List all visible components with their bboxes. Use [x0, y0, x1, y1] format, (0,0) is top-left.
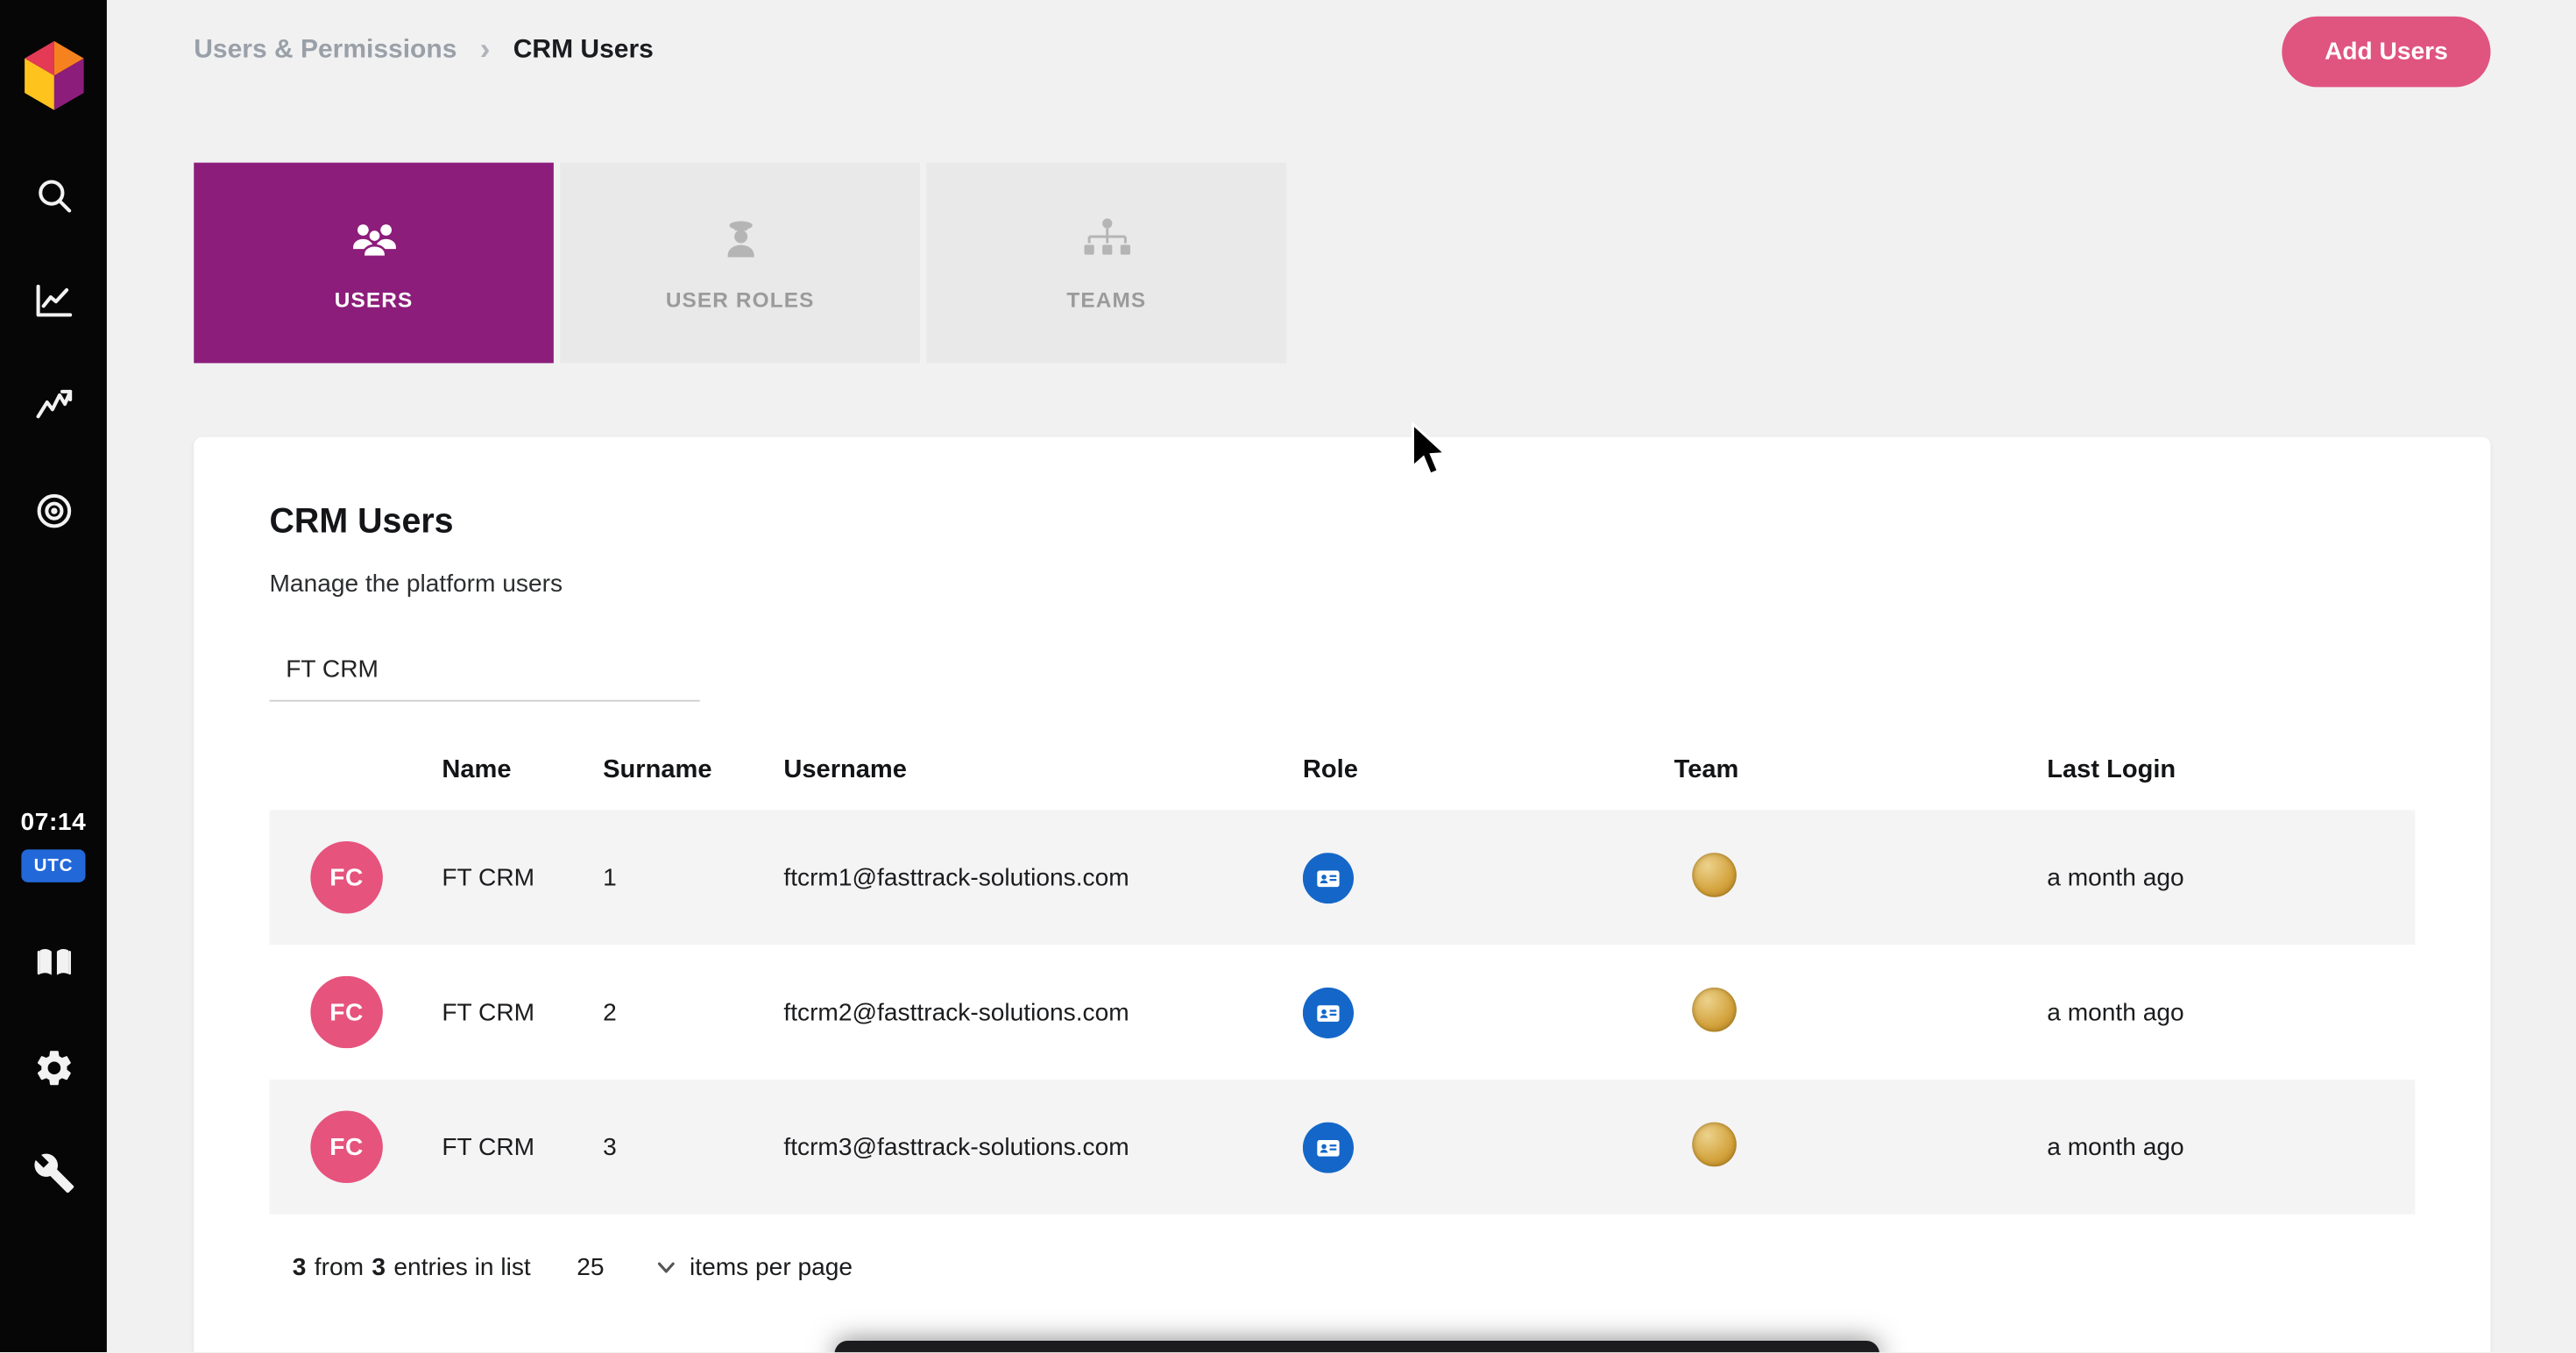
cell-name: FT CRM: [442, 998, 535, 1026]
timezone-badge: UTC: [20, 849, 87, 882]
user-filter-input[interactable]: [269, 642, 700, 702]
table-row[interactable]: FC FT CRM 2 ftcrm2@fasttrack-solutions.c…: [270, 945, 2416, 1080]
breadcrumb: Users & Permissions › CRM Users: [194, 32, 654, 67]
page-subtitle: Manage the platform users: [269, 570, 563, 599]
table-row[interactable]: FC FT CRM 3 ftcrm3@fasttrack-solutions.c…: [269, 1079, 2416, 1215]
tab-users-label: USERS: [334, 287, 414, 312]
cell-last-login: a month ago: [2047, 863, 2184, 892]
entries-count: 3: [292, 1253, 307, 1282]
table-body: FC FT CRM 1 ftcrm1@fasttrack-solutions.c…: [269, 810, 2416, 1215]
column-header-last-login: Last Login: [2047, 755, 2176, 784]
cell-surname: 2: [603, 998, 617, 1026]
role-id-card-icon: [1302, 852, 1354, 903]
target-icon[interactable]: [32, 490, 75, 533]
column-header-name: Name: [442, 755, 512, 784]
column-header-username: Username: [783, 755, 907, 784]
per-page-label: items per page: [690, 1253, 853, 1282]
page-title: CRM Users: [269, 502, 454, 541]
chevron-right-icon: ›: [479, 32, 491, 67]
role-id-card-icon: [1302, 1121, 1354, 1172]
cell-username: ftcrm2@fasttrack-solutions.com: [783, 998, 1129, 1026]
items-per-page-select[interactable]: 25: [577, 1254, 676, 1282]
cell-name: FT CRM: [442, 863, 535, 892]
crm-users-card: CRM Users Manage the platform users Name…: [194, 436, 2491, 1353]
tab-teams[interactable]: TEAMS: [926, 162, 1287, 364]
chevron-down-icon: [655, 1257, 676, 1278]
users-group-icon: [346, 215, 402, 264]
add-users-button[interactable]: Add Users: [2282, 15, 2491, 87]
teams-hierarchy-icon: [1079, 215, 1135, 264]
cell-username: ftcrm3@fasttrack-solutions.com: [783, 1132, 1129, 1161]
table-header: Name Surname Username Role Team Last Log…: [270, 731, 2416, 810]
tools-wrench-icon[interactable]: [32, 1151, 75, 1194]
cell-last-login: a month ago: [2047, 1132, 2184, 1161]
team-avatar: [1692, 1121, 1737, 1166]
analytics-chart-icon[interactable]: [32, 280, 75, 322]
performance-trend-icon[interactable]: [32, 385, 75, 428]
role-id-card-icon: [1302, 986, 1354, 1038]
entries-from-word: from: [314, 1253, 364, 1282]
cell-surname: 1: [603, 863, 617, 892]
entries-summary: 3 from 3 entries in list: [293, 1254, 531, 1282]
column-header-surname: Surname: [603, 755, 712, 784]
top-bar: Users & Permissions › CRM Users Add User…: [107, 0, 2576, 102]
app-window: 07:14 UTC Users & Permissions › CRM User…: [0, 0, 2576, 1353]
table-footer: 3 from 3 entries in list 25 items per pa…: [270, 1215, 2416, 1325]
brand-logo-icon[interactable]: [20, 39, 86, 112]
cell-username: ftcrm1@fasttrack-solutions.com: [783, 863, 1129, 892]
tab-user-roles[interactable]: USER ROLES: [560, 162, 920, 364]
sidebar-clock: 07:14 UTC: [21, 809, 87, 882]
entity-tabs: USERS USER ROLES TEAMS: [194, 162, 1287, 364]
user-roles-icon: [712, 215, 768, 264]
breadcrumb-crm-users: CRM Users: [513, 36, 654, 65]
user-avatar: FC: [310, 1110, 383, 1183]
column-header-role: Role: [1302, 755, 1358, 784]
per-page-value: 25: [577, 1253, 605, 1282]
column-header-team: Team: [1674, 755, 1739, 784]
team-avatar: [1692, 852, 1737, 896]
breadcrumb-users-permissions[interactable]: Users & Permissions: [194, 36, 456, 66]
entries-label: entries in list: [393, 1253, 531, 1282]
table-row[interactable]: FC FT CRM 1 ftcrm1@fasttrack-solutions.c…: [269, 810, 2416, 946]
search-icon[interactable]: [32, 174, 75, 217]
cell-name: FT CRM: [442, 1132, 535, 1161]
cell-last-login: a month ago: [2047, 998, 2184, 1026]
settings-gear-icon[interactable]: [32, 1046, 75, 1089]
entries-total: 3: [372, 1253, 386, 1282]
user-avatar: FC: [310, 841, 383, 914]
user-avatar: FC: [310, 975, 383, 1049]
snackbar-peek: [834, 1341, 1879, 1353]
tab-users[interactable]: USERS: [194, 162, 554, 364]
cell-surname: 3: [603, 1132, 617, 1161]
sidebar: 07:14 UTC: [0, 0, 107, 1353]
clock-time: 07:14: [20, 808, 87, 837]
docs-book-icon[interactable]: [32, 941, 75, 984]
tab-teams-label: TEAMS: [1066, 287, 1147, 312]
team-avatar: [1692, 986, 1737, 1031]
tab-user-roles-label: USER ROLES: [665, 287, 815, 312]
